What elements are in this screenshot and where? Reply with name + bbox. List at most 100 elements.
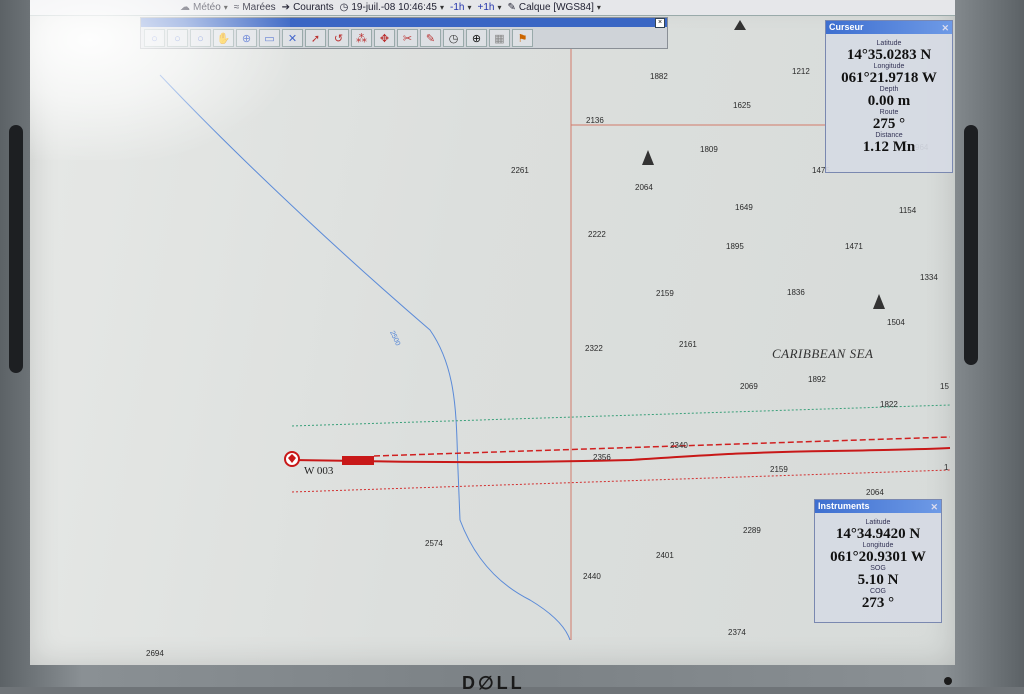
- sounding: 1471: [845, 242, 863, 251]
- tide-icon: ≈: [233, 2, 240, 13]
- sog-value: 5.10 N: [857, 572, 899, 588]
- sounding: 2374: [728, 628, 746, 637]
- menu-datetime[interactable]: ◷ 19-juil.-08 10:46:45 ▾: [340, 2, 444, 13]
- sea-name-label: CARIBBEAN SEA: [772, 346, 874, 361]
- menu-meteo[interactable]: ☁ Météo ▾: [180, 2, 228, 13]
- sounding: 1: [944, 463, 949, 472]
- sounding: 1822: [880, 400, 898, 409]
- chevron-down-icon: ▾: [223, 3, 228, 12]
- cog-value: 273 °: [861, 595, 895, 611]
- waypoint-label[interactable]: W 003: [304, 465, 333, 477]
- waypoint-button[interactable]: ⁂: [351, 29, 372, 47]
- flag-button[interactable]: ⚑: [512, 29, 533, 47]
- time-minus-button[interactable]: -1h ▾: [450, 2, 471, 13]
- scissors-button[interactable]: ✂: [397, 29, 418, 47]
- pan-hand-button[interactable]: ✋: [213, 29, 234, 47]
- time-plus-button[interactable]: +1h ▾: [477, 2, 501, 13]
- xte-line-upper: [291, 404, 951, 427]
- sounding: 15: [940, 382, 949, 391]
- clock-button[interactable]: ◷: [443, 29, 464, 47]
- sounding: 1212: [792, 67, 810, 76]
- boat-track: [291, 447, 951, 464]
- menu-courants[interactable]: ➔ Courants: [282, 2, 334, 13]
- instruments-titlebar[interactable]: Instruments ✕: [815, 500, 941, 513]
- clock-icon: ◷: [339, 2, 349, 13]
- sounding: 2289: [743, 526, 761, 535]
- sounding: 1154: [899, 206, 917, 215]
- brand-logo: D∅LL: [462, 673, 525, 693]
- sounding: 2064: [635, 183, 653, 192]
- sounding: 2440: [583, 572, 601, 581]
- menu-layer[interactable]: ✎ Calque [WGS84] ▾: [507, 2, 600, 13]
- pencil-button[interactable]: ✎: [420, 29, 441, 47]
- sounding: 2322: [585, 344, 603, 353]
- sounding: 1836: [787, 288, 805, 297]
- layer-icon: ✎: [507, 2, 516, 13]
- sounding: 2161: [679, 340, 697, 349]
- boat-marker: [342, 456, 374, 465]
- cursor-button[interactable]: ➚: [305, 29, 326, 47]
- chevron-down-icon: ▾: [596, 3, 601, 12]
- wreck-symbol-3: [873, 294, 885, 309]
- longitude-value: 061°20.9301 W: [830, 549, 926, 565]
- sounding: 2159: [656, 289, 674, 298]
- tool-palette-titlebar[interactable]: ×: [141, 18, 667, 28]
- chevron-down-icon: ▾: [497, 3, 502, 12]
- instruments-panel: Instruments ✕ Latitude 14°34.9420 N Longi…: [814, 499, 942, 623]
- tool-palette: × ○ ○ ○ ✋ ⊕ ▭ ✕ ➚ ↺ ⁂ ✥ ✂ ✎ ◷ ⊕ ▦ ⚑: [140, 17, 668, 49]
- depth-value: 0.00 m: [867, 93, 911, 109]
- sounding: 2340: [670, 441, 688, 450]
- sounding: 1882: [650, 72, 668, 81]
- curseur-titlebar[interactable]: Curseur ✕: [826, 21, 952, 34]
- contour-label: 2500: [388, 330, 401, 347]
- distance-value: 1.12 Mn: [862, 139, 916, 155]
- screen: 2500 1882 1212 1625 2136 1809 2064 1649 …: [30, 0, 955, 665]
- sounding: 2574: [425, 539, 443, 548]
- grid-button[interactable]: ▦: [489, 29, 510, 47]
- latitude-value: 14°35.0283 N: [846, 47, 932, 63]
- sounding: 1649: [735, 203, 753, 212]
- sounding: 2069: [740, 382, 758, 391]
- menu-marees[interactable]: ≈ Marées: [234, 2, 276, 13]
- route-button[interactable]: ↺: [328, 29, 349, 47]
- move-button[interactable]: ✥: [374, 29, 395, 47]
- sounding: 2401: [656, 551, 674, 560]
- chevron-down-icon: ▾: [467, 3, 472, 12]
- route-value: 275 °: [872, 116, 906, 132]
- close-icon[interactable]: ✕: [930, 501, 938, 514]
- center-target-button[interactable]: ⊕: [236, 29, 257, 47]
- sounding: 1504: [887, 318, 905, 327]
- sounding: 1334: [920, 273, 938, 282]
- latitude-value: 14°34.9420 N: [835, 526, 921, 542]
- sounding: 2064: [866, 488, 884, 497]
- chevron-down-icon: ▾: [440, 3, 445, 12]
- menu-bar: ☁ Météo ▾ ≈ Marées ➔ Courants ◷ 19-juil.-08 1…: [30, 0, 955, 16]
- page-button[interactable]: ▭: [259, 29, 280, 47]
- sounding: 2694: [146, 649, 164, 658]
- cross-button[interactable]: ✕: [282, 29, 303, 47]
- sounding: 2222: [588, 230, 606, 239]
- xte-line-lower: [291, 469, 951, 493]
- sounding: 1809: [700, 145, 718, 154]
- bezel-slot-left: [9, 125, 23, 373]
- power-led-icon: [944, 677, 952, 685]
- sounding: 1625: [733, 101, 751, 110]
- depth-contour-2500: [159, 74, 571, 641]
- plus-circle-button[interactable]: ⊕: [466, 29, 487, 47]
- sounding: 2136: [586, 116, 604, 125]
- sounding: 1892: [808, 375, 826, 384]
- curseur-panel: Curseur ✕ Latitude 14°35.0283 N Longitude…: [825, 20, 953, 173]
- bezel-slot-right: [964, 125, 978, 365]
- close-icon[interactable]: ✕: [941, 22, 949, 35]
- zoom-out-button[interactable]: ○: [167, 29, 188, 47]
- zoom-in-button[interactable]: ○: [144, 29, 165, 47]
- sounding: 2356: [593, 453, 611, 462]
- zoom-box-button[interactable]: ○: [190, 29, 211, 47]
- close-icon[interactable]: ×: [655, 18, 665, 28]
- sounding: 1895: [726, 242, 744, 251]
- route-line: [373, 436, 951, 457]
- wreck-symbol-1: [734, 20, 746, 30]
- wreck-symbol-2: [642, 150, 654, 165]
- sounding: 2159: [770, 465, 788, 474]
- tool-buttons: ○ ○ ○ ✋ ⊕ ▭ ✕ ➚ ↺ ⁂ ✥ ✂ ✎ ◷ ⊕ ▦ ⚑: [141, 27, 667, 49]
